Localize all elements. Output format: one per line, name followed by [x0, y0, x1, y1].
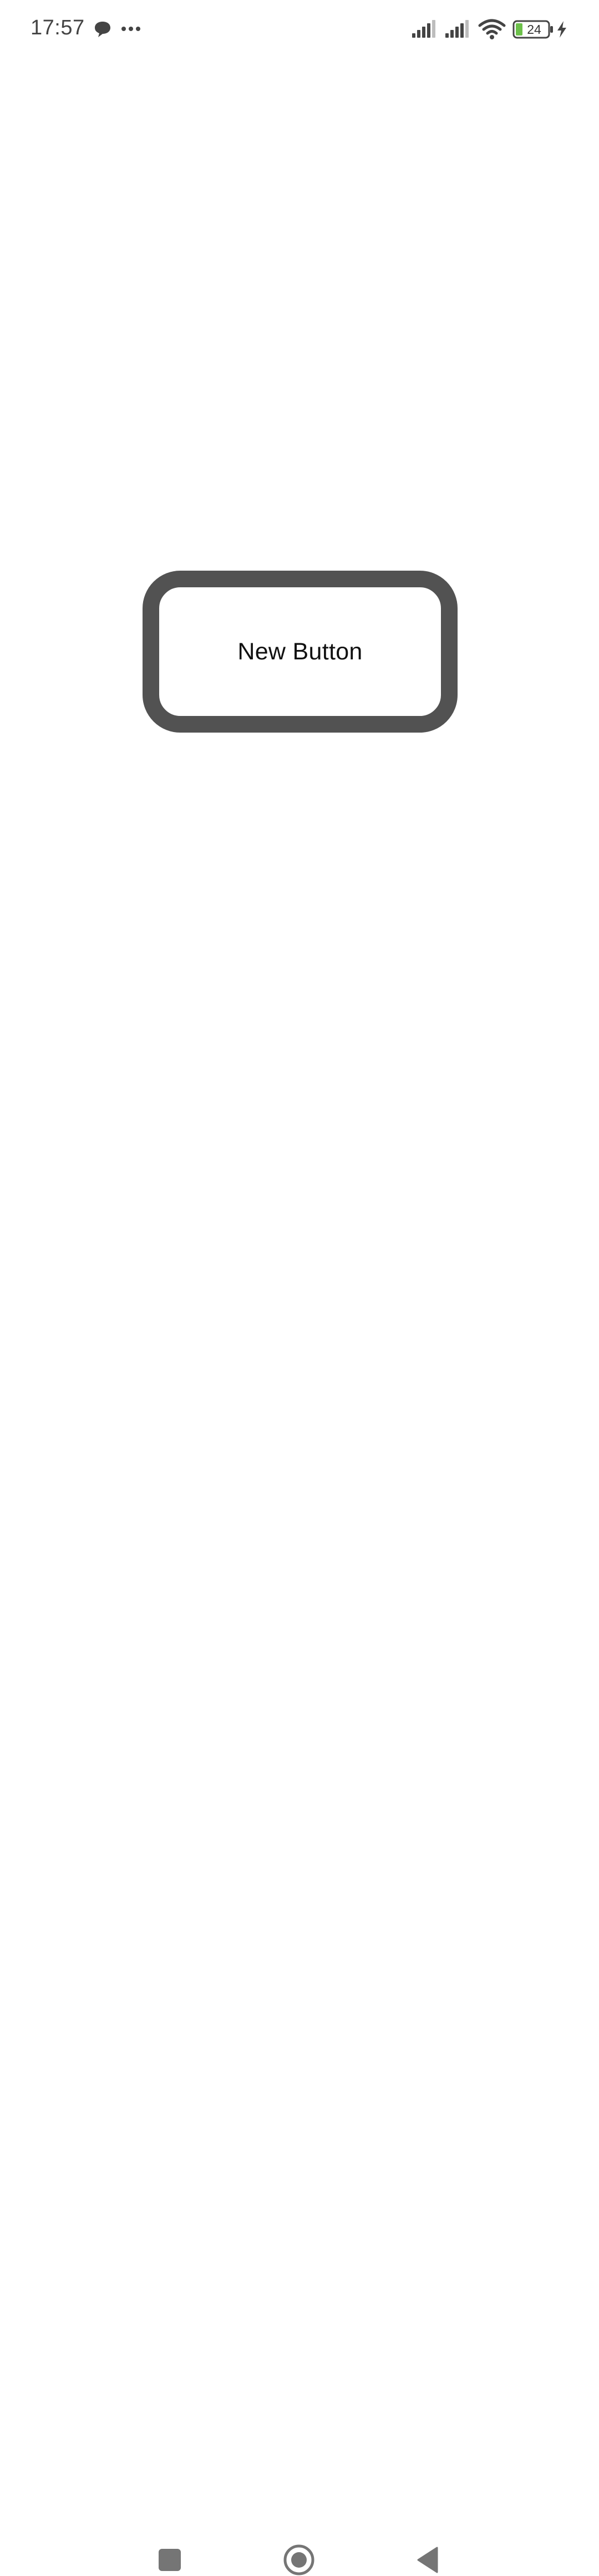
back-triangle-icon[interactable] [416, 2546, 439, 2574]
new-button[interactable]: New Button [143, 571, 458, 733]
cellular-signal-icon [445, 20, 469, 38]
cellular-signal-icon [412, 20, 435, 38]
home-circle-icon[interactable] [283, 2544, 315, 2576]
battery-level-text: 24 [527, 22, 541, 37]
recents-square-icon[interactable] [159, 2549, 181, 2571]
status-time: 17:57 [31, 16, 85, 39]
status-bar: 17:57 24 [0, 0, 599, 58]
wifi-icon [478, 19, 506, 39]
more-dots-icon [121, 27, 140, 31]
new-button-label: New Button [237, 638, 363, 665]
chat-bubble-icon [95, 22, 110, 37]
navigation-bar [0, 1264, 599, 2575]
charging-bolt-icon [557, 21, 566, 38]
